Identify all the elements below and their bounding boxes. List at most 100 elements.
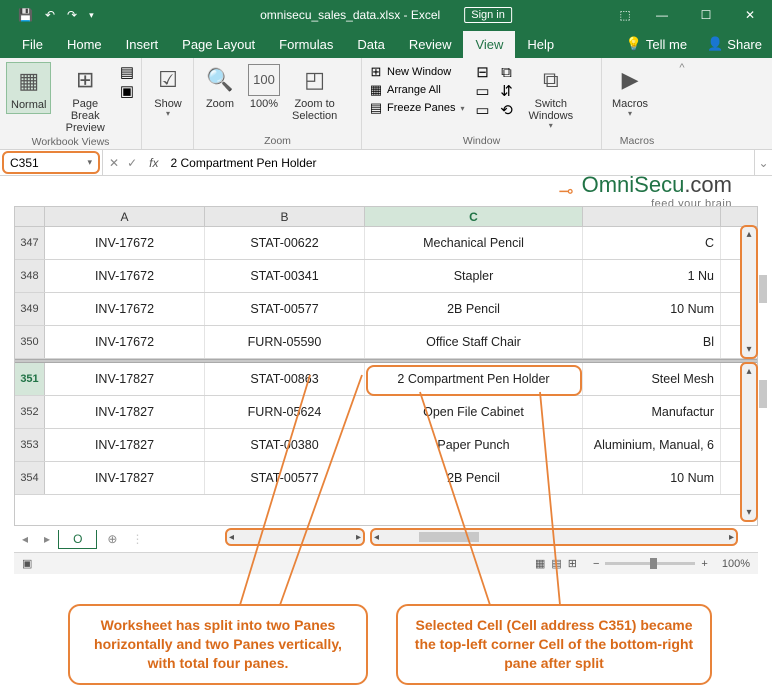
freeze-panes-button[interactable]: ▤Freeze Panes▾: [368, 100, 465, 116]
fx-icon[interactable]: fx: [143, 150, 164, 175]
minimize-icon[interactable]: —: [640, 0, 684, 30]
page-layout-icon[interactable]: ▤: [119, 64, 135, 80]
cell[interactable]: FURN-05624: [205, 396, 365, 428]
add-sheet-icon[interactable]: ⊕: [97, 532, 127, 546]
tab-page-layout[interactable]: Page Layout: [170, 31, 267, 58]
tab-view[interactable]: View: [463, 31, 515, 58]
sheet-nav-next-icon[interactable]: ▸: [36, 532, 58, 546]
save-icon[interactable]: 💾: [18, 8, 33, 22]
cell[interactable]: INV-17672: [45, 227, 205, 259]
side-by-side-icon[interactable]: ⧉: [499, 64, 515, 80]
cancel-icon[interactable]: ✕: [109, 156, 119, 170]
normal-view-icon[interactable]: ▦: [535, 557, 545, 570]
signin-button[interactable]: Sign in: [464, 7, 512, 23]
cell[interactable]: INV-17672: [45, 326, 205, 358]
scroll-down-icon[interactable]: ▾: [742, 344, 756, 355]
col-header-D[interactable]: [583, 207, 721, 226]
zoom-to-selection-button[interactable]: ◰ Zoom to Selection: [288, 62, 341, 124]
arrange-all-button[interactable]: ▦Arrange All: [368, 82, 465, 98]
cell[interactable]: Steel Mesh: [583, 363, 721, 395]
table-row[interactable]: 349 INV-17672 STAT-00577 2B Pencil 10 Nu…: [15, 293, 757, 326]
page-break-preview-button[interactable]: ⊞ Page Break Preview: [55, 62, 115, 136]
switch-windows-button[interactable]: ⧉ Switch Windows ▾: [525, 62, 578, 133]
vscroll-thumb-top[interactable]: [759, 275, 767, 303]
show-button[interactable]: ☑ Show ▾: [148, 62, 188, 121]
row-header[interactable]: 348: [15, 260, 45, 292]
row-header[interactable]: 353: [15, 429, 45, 461]
tab-review[interactable]: Review: [397, 31, 464, 58]
col-header-A[interactable]: A: [45, 207, 205, 226]
cell[interactable]: 2 Compartment Pen Holder: [365, 363, 583, 395]
cell[interactable]: STAT-00380: [205, 429, 365, 461]
hide-icon[interactable]: ▭: [475, 83, 491, 99]
zoom-out-icon[interactable]: −: [593, 558, 599, 570]
reset-position-icon[interactable]: ⟲: [499, 102, 515, 118]
row-header[interactable]: 350: [15, 326, 45, 358]
custom-views-icon[interactable]: ▣: [119, 83, 135, 99]
zoom-100-button[interactable]: 100 100%: [244, 62, 284, 112]
name-box[interactable]: [10, 156, 70, 170]
row-header[interactable]: 354: [15, 462, 45, 494]
vscroll-top-pane[interactable]: ▴ ▾: [740, 225, 758, 359]
page-break-view-icon[interactable]: ⊞: [568, 557, 577, 570]
table-row[interactable]: 350 INV-17672 FURN-05590 Office Staff Ch…: [15, 326, 757, 359]
cell[interactable]: INV-17827: [45, 462, 205, 494]
tab-help[interactable]: Help: [515, 31, 566, 58]
col-header-B[interactable]: B: [205, 207, 365, 226]
cell[interactable]: Bl: [583, 326, 721, 358]
sheet-nav-prev-icon[interactable]: ◂: [14, 532, 36, 546]
table-row[interactable]: 347 INV-17672 STAT-00622 Mechanical Penc…: [15, 227, 757, 260]
scroll-down-icon[interactable]: ▾: [742, 507, 756, 518]
select-all-corner[interactable]: [15, 207, 45, 226]
cell[interactable]: INV-17827: [45, 396, 205, 428]
undo-icon[interactable]: ↶: [45, 8, 55, 22]
tab-insert[interactable]: Insert: [114, 31, 171, 58]
macros-button[interactable]: ▶ Macros ▾: [608, 62, 652, 121]
table-row[interactable]: 351 INV-17827 STAT-00863 2 Compartment P…: [15, 363, 757, 396]
cell[interactable]: 1 Nu: [583, 260, 721, 292]
tell-me[interactable]: 💡Tell me: [616, 30, 697, 58]
tab-data[interactable]: Data: [345, 31, 396, 58]
cell[interactable]: STAT-00622: [205, 227, 365, 259]
record-macro-icon[interactable]: ▣: [22, 557, 32, 570]
cell[interactable]: 10 Num: [583, 462, 721, 494]
cell[interactable]: INV-17672: [45, 260, 205, 292]
cell[interactable]: FURN-05590: [205, 326, 365, 358]
page-layout-view-icon[interactable]: ▤: [551, 557, 561, 570]
cell[interactable]: STAT-00341: [205, 260, 365, 292]
vscroll-thumb-bottom[interactable]: [759, 380, 767, 408]
scroll-up-icon[interactable]: ▴: [742, 229, 756, 240]
cell[interactable]: C: [583, 227, 721, 259]
tab-formulas[interactable]: Formulas: [267, 31, 345, 58]
cell[interactable]: Aluminium, Manual, 6: [583, 429, 721, 461]
new-window-button[interactable]: ⊞New Window: [368, 64, 465, 80]
sheet-tab[interactable]: O: [58, 530, 97, 549]
ribbon-display-options-icon[interactable]: ⬚: [610, 8, 640, 22]
expand-formula-bar-icon[interactable]: ⌄: [754, 150, 772, 175]
cell[interactable]: Mechanical Pencil: [365, 227, 583, 259]
zoom-percent[interactable]: 100%: [722, 558, 750, 570]
formula-input[interactable]: [164, 150, 754, 175]
vscroll-bottom-pane[interactable]: ▴ ▾: [740, 362, 758, 522]
row-header[interactable]: 352: [15, 396, 45, 428]
cell[interactable]: Manufactur: [583, 396, 721, 428]
col-header-C[interactable]: C: [365, 207, 583, 226]
split-icon[interactable]: ⊟: [475, 64, 491, 80]
maximize-icon[interactable]: ☐: [684, 0, 728, 30]
cell[interactable]: 10 Num: [583, 293, 721, 325]
table-row[interactable]: 348 INV-17672 STAT-00341 Stapler 1 Nu: [15, 260, 757, 293]
cell[interactable]: STAT-00577: [205, 462, 365, 494]
cell[interactable]: Office Staff Chair: [365, 326, 583, 358]
zoom-slider[interactable]: [605, 562, 695, 565]
cell[interactable]: Paper Punch: [365, 429, 583, 461]
tab-file[interactable]: File: [10, 31, 55, 58]
cell[interactable]: Open File Cabinet: [365, 396, 583, 428]
cell[interactable]: 2B Pencil: [365, 293, 583, 325]
close-icon[interactable]: ✕: [728, 0, 772, 30]
cell[interactable]: STAT-00863: [205, 363, 365, 395]
redo-icon[interactable]: ↷: [67, 8, 77, 22]
cell[interactable]: STAT-00577: [205, 293, 365, 325]
cell[interactable]: INV-17827: [45, 363, 205, 395]
table-row[interactable]: 352 INV-17827 FURN-05624 Open File Cabin…: [15, 396, 757, 429]
share-button[interactable]: 👤Share: [697, 30, 772, 58]
